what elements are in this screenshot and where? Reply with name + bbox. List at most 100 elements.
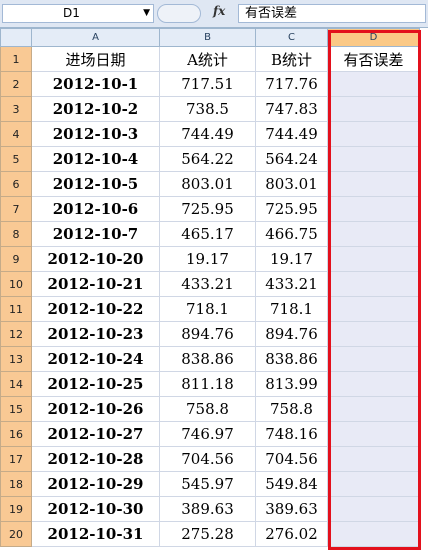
cell-date[interactable]: 2012-10-6 xyxy=(31,196,160,222)
formula-input[interactable]: 有否误差 xyxy=(238,4,426,23)
row-header[interactable]: 8 xyxy=(0,221,32,247)
row-header[interactable]: 17 xyxy=(0,446,32,472)
cell-b-stat[interactable]: 894.76 xyxy=(255,321,328,347)
cell-error[interactable] xyxy=(327,496,420,522)
column-header-b[interactable]: B xyxy=(159,28,256,47)
cell-b-stat[interactable]: 564.24 xyxy=(255,146,328,172)
cell-a-stat[interactable]: 738.5 xyxy=(159,96,256,122)
cell-error[interactable] xyxy=(327,146,420,172)
cell-error[interactable] xyxy=(327,421,420,447)
cell-date[interactable]: 2012-10-22 xyxy=(31,296,160,322)
cell-error[interactable] xyxy=(327,446,420,472)
column-header-a[interactable]: A xyxy=(31,28,160,47)
chevron-down-icon[interactable]: ▼ xyxy=(143,5,150,22)
cell-b-stat[interactable]: 466.75 xyxy=(255,221,328,247)
cell-date[interactable]: 2012-10-30 xyxy=(31,496,160,522)
cell-date[interactable]: 2012-10-29 xyxy=(31,471,160,497)
row-header[interactable]: 4 xyxy=(0,121,32,147)
cell-a-stat[interactable]: 718.1 xyxy=(159,296,256,322)
cell-b-stat[interactable]: 549.84 xyxy=(255,471,328,497)
cell-a-stat[interactable]: 744.49 xyxy=(159,121,256,147)
cell-b-stat[interactable]: 276.02 xyxy=(255,521,328,547)
cell-header-a-stat[interactable]: A统计 xyxy=(159,46,256,72)
row-header[interactable]: 6 xyxy=(0,171,32,197)
cell-error[interactable] xyxy=(327,171,420,197)
cell-error[interactable] xyxy=(327,196,420,222)
cell-date[interactable]: 2012-10-31 xyxy=(31,521,160,547)
row-header[interactable]: 9 xyxy=(0,246,32,272)
cell-a-stat[interactable]: 894.76 xyxy=(159,321,256,347)
cell-a-stat[interactable]: 758.8 xyxy=(159,396,256,422)
cell-a-stat[interactable]: 838.86 xyxy=(159,346,256,372)
row-header[interactable]: 3 xyxy=(0,96,32,122)
cell-error[interactable] xyxy=(327,346,420,372)
insert-function-icon[interactable]: fx xyxy=(213,4,225,18)
row-header[interactable]: 14 xyxy=(0,371,32,397)
column-header-c[interactable]: C xyxy=(255,28,328,47)
row-header[interactable]: 11 xyxy=(0,296,32,322)
cell-a-stat[interactable]: 275.28 xyxy=(159,521,256,547)
cell-header-b-stat[interactable]: B统计 xyxy=(255,46,328,72)
cell-error[interactable] xyxy=(327,71,420,97)
cell-a-stat[interactable]: 433.21 xyxy=(159,271,256,297)
cell-date[interactable]: 2012-10-24 xyxy=(31,346,160,372)
row-header[interactable]: 7 xyxy=(0,196,32,222)
column-header-d[interactable]: D xyxy=(327,28,420,47)
row-header[interactable]: 1 xyxy=(0,46,32,72)
cell-date[interactable]: 2012-10-28 xyxy=(31,446,160,472)
cell-a-stat[interactable]: 19.17 xyxy=(159,246,256,272)
cell-error[interactable] xyxy=(327,221,420,247)
cell-b-stat[interactable]: 758.8 xyxy=(255,396,328,422)
cell-a-stat[interactable]: 389.63 xyxy=(159,496,256,522)
cell-b-stat[interactable]: 838.86 xyxy=(255,346,328,372)
row-header[interactable]: 2 xyxy=(0,71,32,97)
cell-error[interactable] xyxy=(327,121,420,147)
cell-header-error[interactable]: 有否误差 xyxy=(327,46,420,72)
cell-date[interactable]: 2012-10-26 xyxy=(31,396,160,422)
cell-date[interactable]: 2012-10-3 xyxy=(31,121,160,147)
cell-error[interactable] xyxy=(327,371,420,397)
cell-date[interactable]: 2012-10-23 xyxy=(31,321,160,347)
row-header[interactable]: 16 xyxy=(0,421,32,447)
row-header[interactable]: 10 xyxy=(0,271,32,297)
cell-b-stat[interactable]: 718.1 xyxy=(255,296,328,322)
row-header[interactable]: 18 xyxy=(0,471,32,497)
cell-b-stat[interactable]: 433.21 xyxy=(255,271,328,297)
cell-b-stat[interactable]: 704.56 xyxy=(255,446,328,472)
cell-b-stat[interactable]: 747.83 xyxy=(255,96,328,122)
cell-b-stat[interactable]: 744.49 xyxy=(255,121,328,147)
cell-date[interactable]: 2012-10-4 xyxy=(31,146,160,172)
cell-a-stat[interactable]: 545.97 xyxy=(159,471,256,497)
cell-a-stat[interactable]: 564.22 xyxy=(159,146,256,172)
cell-error[interactable] xyxy=(327,246,420,272)
cell-b-stat[interactable]: 748.16 xyxy=(255,421,328,447)
cell-b-stat[interactable]: 813.99 xyxy=(255,371,328,397)
cell-date[interactable]: 2012-10-1 xyxy=(31,71,160,97)
cell-date[interactable]: 2012-10-21 xyxy=(31,271,160,297)
cell-a-stat[interactable]: 704.56 xyxy=(159,446,256,472)
cell-date[interactable]: 2012-10-25 xyxy=(31,371,160,397)
cell-date[interactable]: 2012-10-27 xyxy=(31,421,160,447)
cell-error[interactable] xyxy=(327,471,420,497)
cell-error[interactable] xyxy=(327,521,420,547)
cell-date[interactable]: 2012-10-20 xyxy=(31,246,160,272)
cell-b-stat[interactable]: 717.76 xyxy=(255,71,328,97)
cell-b-stat[interactable]: 725.95 xyxy=(255,196,328,222)
select-all-corner[interactable] xyxy=(0,28,32,47)
row-header[interactable]: 19 xyxy=(0,496,32,522)
cell-error[interactable] xyxy=(327,321,420,347)
cell-a-stat[interactable]: 717.51 xyxy=(159,71,256,97)
cell-a-stat[interactable]: 811.18 xyxy=(159,371,256,397)
cell-a-stat[interactable]: 725.95 xyxy=(159,196,256,222)
cell-b-stat[interactable]: 803.01 xyxy=(255,171,328,197)
cell-date[interactable]: 2012-10-5 xyxy=(31,171,160,197)
row-header[interactable]: 5 xyxy=(0,146,32,172)
cell-header-date[interactable]: 进场日期 xyxy=(31,46,160,72)
cell-a-stat[interactable]: 465.17 xyxy=(159,221,256,247)
row-header[interactable]: 13 xyxy=(0,346,32,372)
cell-error[interactable] xyxy=(327,396,420,422)
formula-controls[interactable] xyxy=(157,4,201,23)
cell-error[interactable] xyxy=(327,296,420,322)
cell-error[interactable] xyxy=(327,96,420,122)
name-box[interactable]: D1 ▼ xyxy=(2,4,154,23)
